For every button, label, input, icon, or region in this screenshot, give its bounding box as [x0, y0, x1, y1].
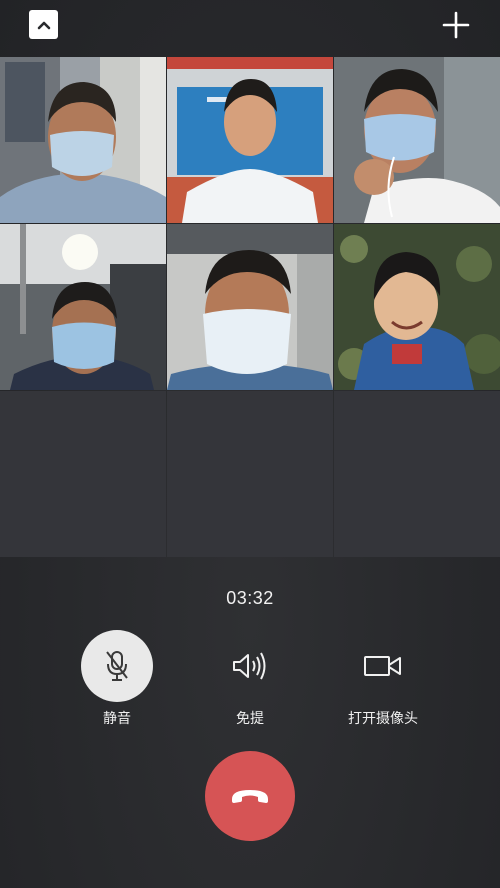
camera-control: 打开摄像头 — [308, 630, 458, 728]
speaker-icon — [233, 652, 266, 680]
participant-tile-5[interactable] — [167, 224, 333, 390]
video-camera-icon — [364, 656, 401, 676]
participant-video-3 — [334, 57, 500, 223]
participant-video-6 — [334, 224, 500, 390]
participant-video-4 — [0, 224, 166, 390]
camera-label: 打开摄像头 — [348, 711, 418, 727]
mute-control: 静音 — [42, 630, 192, 728]
hang-up-button[interactable] — [205, 751, 295, 841]
empty-tile — [167, 391, 333, 557]
speaker-control: 免提 — [175, 630, 325, 728]
participant-video-1 — [0, 57, 166, 223]
camera-button[interactable] — [347, 630, 419, 702]
participant-grid — [0, 57, 500, 557]
chevron-up-icon — [37, 21, 50, 29]
hang-up-icon — [232, 790, 268, 803]
participant-tile-3[interactable] — [334, 57, 500, 223]
participant-video-2 — [167, 57, 333, 223]
speaker-button[interactable] — [214, 630, 286, 702]
empty-tile — [334, 391, 500, 557]
participant-tile-4[interactable] — [0, 224, 166, 390]
minimize-button[interactable] — [29, 10, 58, 39]
call-duration: 03:32 — [226, 588, 274, 608]
participant-tile-1[interactable] — [0, 57, 166, 223]
mute-button[interactable] — [81, 630, 153, 702]
add-participant-button[interactable] — [441, 10, 471, 40]
participant-tile-2[interactable] — [167, 57, 333, 223]
video-call-screen: 03:32 静音 免提 打开摄像头 — [0, 0, 500, 888]
plus-icon — [442, 11, 470, 39]
mic-off-icon — [106, 651, 128, 681]
mute-label: 静音 — [103, 711, 131, 727]
empty-tile — [0, 391, 166, 557]
speaker-label: 免提 — [236, 711, 264, 727]
participant-video-5 — [167, 224, 333, 390]
participant-tile-6[interactable] — [334, 224, 500, 390]
